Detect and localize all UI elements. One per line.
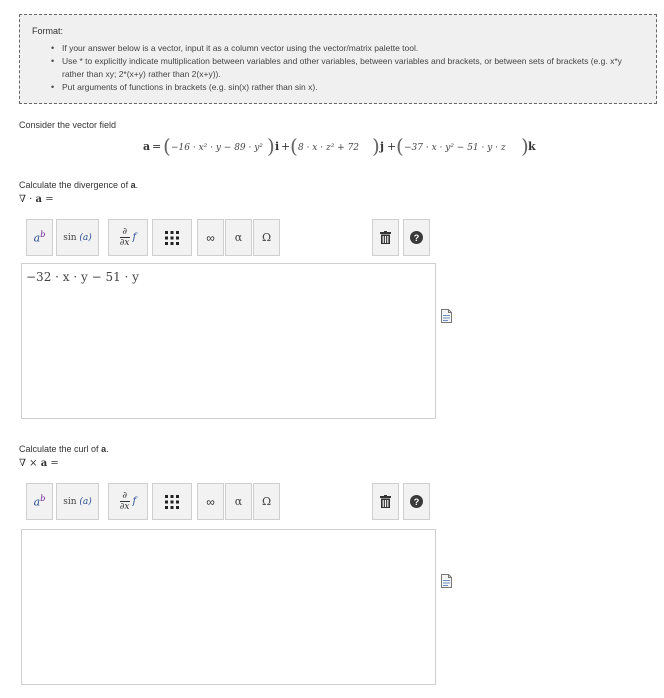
divergence-answer-field[interactable]: −32 · x · y − 51 · y bbox=[21, 263, 436, 419]
unit-k: k bbox=[528, 140, 536, 153]
format-item: If your answer below is a vector, input … bbox=[51, 42, 642, 55]
partial-derivative-icon: ∂ ∂x f bbox=[119, 227, 137, 248]
curl-label-var: a bbox=[40, 458, 48, 469]
paren-open-k: ( bbox=[396, 134, 404, 158]
vector-field-equation: a = ( −16 · x² · y − 89 · y² ) i + ( 8 ·… bbox=[143, 134, 536, 158]
greek-upper-icon: Ω bbox=[261, 231, 272, 244]
divergence-answer-value: −32 · x · y − 51 · y bbox=[26, 270, 139, 284]
trig-function-button[interactable]: sin (a) bbox=[56, 483, 99, 520]
paren-close-j: ) bbox=[372, 134, 380, 158]
partial-derivative-icon: ∂ ∂x f bbox=[119, 491, 137, 512]
preview-icon[interactable] bbox=[441, 309, 452, 323]
format-title: Format: bbox=[32, 26, 64, 36]
power-button[interactable]: ab bbox=[26, 219, 53, 256]
trig-function-icon: sin (a) bbox=[63, 496, 92, 507]
infinity-icon: ∞ bbox=[206, 494, 215, 509]
format-item: Put arguments of functions in brackets (… bbox=[51, 81, 642, 94]
curl-prompt-end: . bbox=[106, 444, 109, 454]
matrix-icon bbox=[165, 230, 179, 245]
preview-icon[interactable] bbox=[441, 574, 452, 588]
divergence-label: ∇ · a = bbox=[19, 194, 54, 205]
paren-close-i: ) bbox=[267, 134, 275, 158]
intro-text: Consider the vector field bbox=[19, 120, 117, 130]
divergence-prompt: Calculate the divergence of a. bbox=[19, 180, 138, 190]
help-button[interactable]: ? bbox=[403, 483, 430, 520]
unit-i: i bbox=[275, 140, 279, 153]
trash-icon bbox=[380, 495, 391, 508]
infinity-button[interactable]: ∞ bbox=[197, 483, 224, 520]
trig-function-icon: sin (a) bbox=[63, 232, 92, 243]
format-item-text: Use * to explicitly indicate multiplicat… bbox=[62, 56, 622, 79]
infinity-button[interactable]: ∞ bbox=[197, 219, 224, 256]
partial-derivative-button[interactable]: ∂ ∂x f bbox=[108, 219, 148, 256]
format-instructions: Format: If your answer below is a vector… bbox=[19, 14, 657, 104]
power-icon: ab bbox=[33, 230, 46, 245]
matrix-icon bbox=[165, 494, 179, 509]
plus-sign: + bbox=[281, 140, 290, 153]
trig-function-button[interactable]: sin (a) bbox=[56, 219, 99, 256]
help-icon: ? bbox=[410, 231, 423, 244]
format-item: Use * to explicitly indicate multiplicat… bbox=[51, 55, 642, 81]
infinity-icon: ∞ bbox=[206, 230, 215, 245]
curl-operator: ∇ × bbox=[19, 458, 38, 469]
plus-sign: + bbox=[387, 140, 396, 153]
divergence-operator: ∇ · bbox=[19, 194, 33, 205]
greek-lower-icon: α bbox=[234, 231, 243, 244]
field-k-component: −37 · x · y² − 51 · y · z bbox=[404, 143, 506, 153]
power-button[interactable]: ab bbox=[26, 483, 53, 520]
trash-icon bbox=[380, 231, 391, 244]
greek-upper-button[interactable]: Ω bbox=[253, 483, 280, 520]
divergence-prompt-text: Calculate the divergence of bbox=[19, 180, 129, 190]
partial-derivative-button[interactable]: ∂ ∂x f bbox=[108, 483, 148, 520]
clear-button[interactable] bbox=[372, 483, 399, 520]
divergence-prompt-end: . bbox=[135, 180, 139, 190]
field-lhs: a bbox=[143, 140, 150, 153]
curl-answer-field[interactable] bbox=[21, 529, 436, 685]
paren-open-j: ( bbox=[290, 134, 298, 158]
format-list: If your answer below is a vector, input … bbox=[51, 42, 642, 94]
divergence-label-eq: = bbox=[45, 194, 54, 205]
divergence-label-var: a bbox=[35, 194, 43, 205]
clear-button[interactable] bbox=[372, 219, 399, 256]
matrix-button[interactable] bbox=[152, 483, 192, 520]
field-eq: = bbox=[152, 140, 161, 153]
greek-lower-icon: α bbox=[234, 495, 243, 508]
format-item-text: If your answer below is a vector, input … bbox=[62, 43, 419, 53]
curl-label-eq: = bbox=[50, 458, 59, 469]
matrix-button[interactable] bbox=[152, 219, 192, 256]
field-i-component: −16 · x² · y − 89 · y² bbox=[171, 143, 263, 153]
greek-upper-button[interactable]: Ω bbox=[253, 219, 280, 256]
format-item-text: Put arguments of functions in brackets (… bbox=[62, 82, 318, 92]
help-button[interactable]: ? bbox=[403, 219, 430, 256]
unit-j: j bbox=[379, 140, 384, 153]
curl-prompt: Calculate the curl of a. bbox=[19, 444, 109, 454]
paren-open-i: ( bbox=[163, 134, 171, 158]
greek-lower-button[interactable]: α bbox=[225, 219, 252, 256]
power-icon: ab bbox=[33, 494, 46, 509]
help-icon: ? bbox=[410, 495, 423, 508]
curl-label: ∇ × a = bbox=[19, 458, 59, 469]
curl-prompt-text: Calculate the curl of bbox=[19, 444, 99, 454]
greek-lower-button[interactable]: α bbox=[225, 483, 252, 520]
field-j-component: 8 · x · z² + 72 bbox=[298, 143, 359, 153]
greek-upper-icon: Ω bbox=[261, 495, 272, 508]
